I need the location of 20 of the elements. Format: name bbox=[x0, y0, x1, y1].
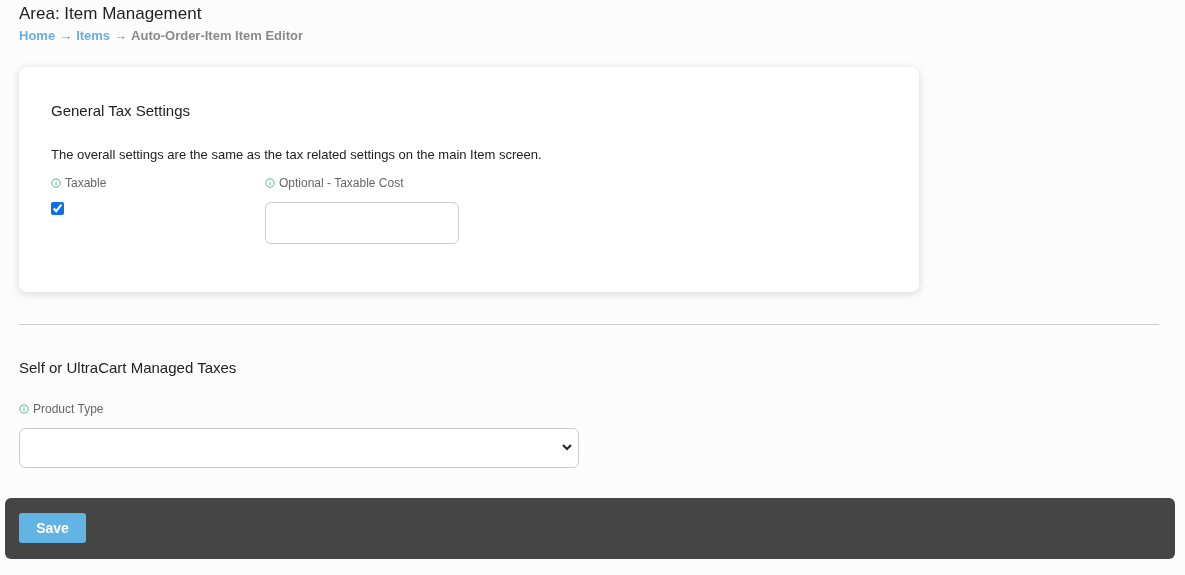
breadcrumb-separator: → bbox=[114, 27, 128, 45]
taxable-label: Taxable bbox=[65, 175, 107, 192]
taxable-cost-label: Optional - Taxable Cost bbox=[279, 175, 404, 192]
chevron-down-icon bbox=[562, 444, 572, 451]
info-icon bbox=[51, 178, 61, 188]
info-icon bbox=[265, 178, 275, 188]
breadcrumb-link[interactable]: Items bbox=[76, 26, 111, 46]
taxable-checkbox[interactable] bbox=[51, 202, 64, 215]
product-type-select[interactable] bbox=[19, 427, 579, 468]
save-button[interactable]: Save bbox=[19, 513, 86, 543]
breadcrumb-separator: → bbox=[59, 27, 73, 45]
card-description: The overall settings are the same as the tax related settings on the main Item screen. bbox=[51, 145, 543, 164]
breadcrumb-link[interactable]: Home bbox=[19, 26, 56, 46]
product-type-label: Product Type bbox=[33, 400, 104, 418]
card-title: General Tax Settings bbox=[51, 101, 191, 121]
info-icon bbox=[19, 403, 29, 414]
section-title: Self or UltraCart Managed Taxes bbox=[19, 358, 238, 378]
page-title: Area: Item Management bbox=[19, 3, 203, 25]
taxable-cost-field[interactable] bbox=[265, 202, 459, 244]
breadcrumb-current: Auto-Order-Item Item Editor bbox=[131, 27, 303, 45]
